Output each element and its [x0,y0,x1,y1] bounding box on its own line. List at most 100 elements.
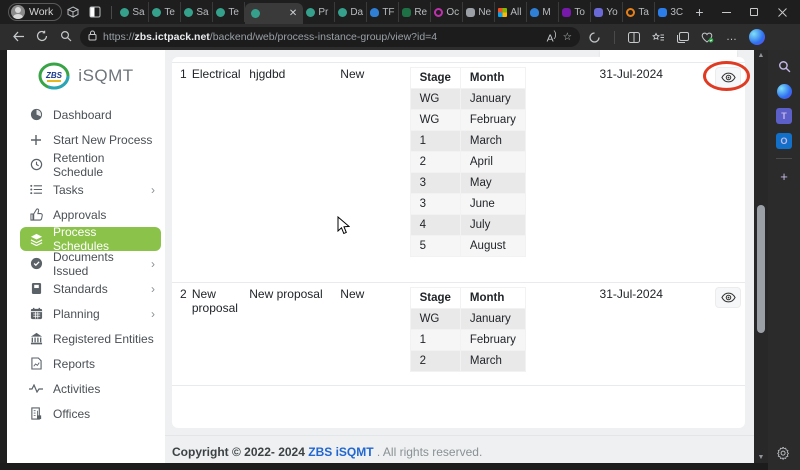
browser-tab[interactable]: To [559,2,592,22]
schedule-row: 3 May [409,172,526,194]
favorites-icon[interactable] [652,31,665,43]
search-icon[interactable] [56,30,76,45]
edge-sidebar: T O + [768,50,800,470]
maximize-button[interactable] [740,1,768,23]
stage-cell: WG [409,109,461,131]
site-favicon [338,7,348,17]
profile-chip[interactable]: Work [8,3,63,21]
row-number: 1 [180,67,187,81]
browser-tab[interactable]: Pr [303,2,336,22]
row-date: 31-Jul-2024 [599,67,663,81]
sidebar-search-icon[interactable] [776,58,792,74]
browser-tab[interactable]: 3C [655,2,687,22]
divider [172,385,745,428]
page-footer: Copyright © 2022- 2024 ZBS iSQMT . All r… [165,435,754,459]
browser-tab[interactable]: Te [213,2,246,22]
sidebar-item-approvals[interactable]: Approvals [7,202,165,227]
outlook-icon[interactable]: O [776,133,792,149]
active-tab[interactable]: ✕ [245,3,304,24]
browser-tab[interactable]: Ta [623,2,656,22]
copyright-text: Copyright © 2022- 2024 [172,445,309,459]
tab-label: Oc [446,6,460,18]
sidebar-item-documents-issued[interactable]: Documents Issued › [7,249,165,278]
browser-tab[interactable]: Re [399,2,432,22]
tab-close-icon[interactable]: ✕ [289,8,297,19]
more-options-icon[interactable]: … [726,31,737,43]
extensions-cube-icon[interactable] [67,6,80,18]
sidebar-item-offices[interactable]: Offices [7,401,165,426]
add-sidebar-item-button[interactable]: + [776,168,792,184]
tab-preview-icon[interactable] [89,6,101,18]
browser-toolbar: https://zbs.ictpack.net/backend/web/proc… [0,24,800,50]
stage-cell: WG [409,308,461,330]
window-controls [712,1,796,23]
sidebar-item-planning[interactable]: Planning › [7,301,165,326]
window-edge [0,50,7,470]
settings-gear-icon[interactable] [776,446,792,462]
browser-tab[interactable]: Ne [463,2,496,22]
sidebar-item-registered-entities[interactable]: Registered Entities [7,326,165,351]
view-button[interactable] [715,287,742,308]
page-scrollbar[interactable]: ▲ ▼ [754,50,768,463]
close-button[interactable] [768,1,796,23]
sidebar-item-start-new-process[interactable]: Start New Process [7,127,165,152]
app-logo[interactable]: ZBS iSQMT [7,56,165,96]
month-cell: April [459,151,526,173]
browser-tab[interactable]: Oc [431,2,464,22]
seal-icon [29,257,43,271]
schedule-row: 1 March [409,130,526,152]
mouse-cursor [337,216,350,235]
scroll-down-icon[interactable]: ▼ [758,454,765,461]
month-cell: May [459,172,526,194]
sidebar-item-process-schedules[interactable]: Process Schedules [20,225,161,253]
scroll-up-icon[interactable]: ▲ [758,52,765,59]
schedule-table: Stage Month WG January WG February 1 March … [409,67,526,257]
browser-tab[interactable]: Sa [181,2,214,22]
plus-icon [29,133,43,147]
new-tab-button[interactable]: + [695,4,703,20]
browser-tab[interactable]: Sa [117,2,150,22]
url-text[interactable]: https://zbs.ictpack.net/backend/web/proc… [103,31,541,43]
ring-favicon [434,7,444,17]
sidebar-item-label: Documents Issued [53,249,114,278]
book-icon [29,282,43,296]
stage-cell: 4 [409,214,461,236]
sidebar-item-retention-schedule[interactable]: Retention Schedule [7,151,165,179]
report-file-icon [29,357,43,371]
month-cell: March [459,350,526,372]
split-screen-icon[interactable] [628,31,640,43]
sidebar-item-standards[interactable]: Standards › [7,276,165,301]
browser-tab[interactable]: Da [335,2,368,22]
teams-icon[interactable]: T [776,108,792,124]
todo-favicon [562,7,572,17]
tab-label: Re [414,6,428,18]
tasks-list-icon [29,183,43,197]
cloud-favicon [370,7,380,17]
brand-link[interactable]: ZBS iSQMT [308,445,373,459]
collections-icon[interactable] [677,31,689,43]
browser-tab[interactable]: Te [149,2,182,22]
copilot-icon[interactable] [749,29,765,45]
scrollbar-thumb[interactable] [757,205,765,333]
copilot-icon[interactable] [776,83,792,99]
sidebar-item-activities[interactable]: Activities [7,376,165,401]
sidebar-item-dashboard[interactable]: Dashboard [7,102,165,127]
refresh-icon[interactable] [32,30,52,45]
app-sidebar: ZBS iSQMT Dashboard Start New Process Re… [7,50,165,463]
read-aloud-icon[interactable]: A) [547,29,557,45]
minimize-button[interactable] [712,1,740,23]
copilot-ring-icon[interactable] [588,31,601,44]
address-bar[interactable]: https://zbs.ictpack.net/backend/web/proc… [80,27,580,47]
sidebar-item-label: Dashboard [53,107,112,122]
stage-cell: 3 [409,193,461,215]
browser-tab[interactable]: M [527,2,560,22]
tab-label: M [542,6,551,18]
browser-essentials-icon[interactable] [701,32,714,43]
browser-tab[interactable]: Yo [591,2,624,22]
browser-tab[interactable]: All [495,2,528,22]
sidebar-item-tasks[interactable]: Tasks › [7,177,165,202]
sidebar-item-reports[interactable]: Reports [7,351,165,376]
back-icon[interactable] [8,30,28,45]
favorite-star-icon[interactable]: ☆ [563,31,572,43]
browser-tab[interactable]: TF [367,2,400,22]
